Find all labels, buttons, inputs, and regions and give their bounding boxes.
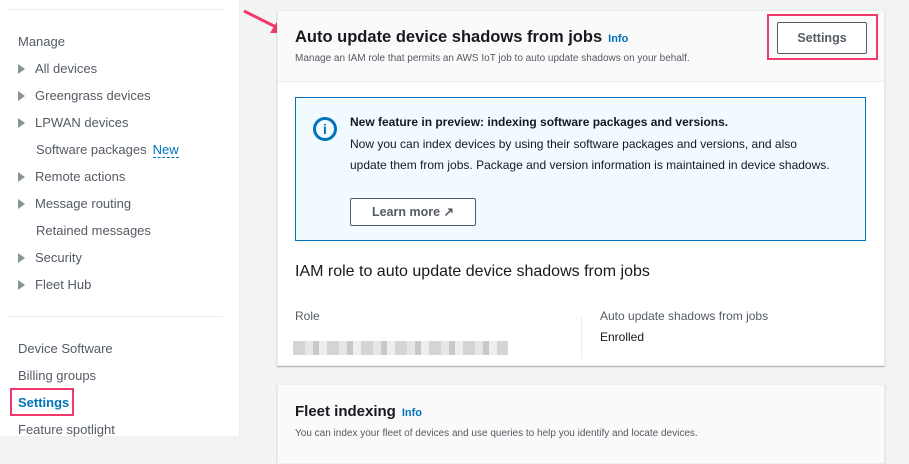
highlight-box (10, 388, 74, 416)
label: LPWAN devices (35, 115, 129, 130)
learn-more-button[interactable]: Learn more ↗ (350, 198, 476, 226)
sidebar-item-fleet-hub[interactable]: Fleet Hub (18, 277, 91, 292)
divider (7, 9, 223, 10)
caret-right-icon (18, 253, 25, 263)
caret-right-icon (18, 91, 25, 101)
label: Retained messages (36, 223, 151, 238)
caret-right-icon (18, 199, 25, 209)
label: Message routing (35, 196, 132, 211)
caret-right-icon (18, 118, 25, 128)
sidebar-section-manage: Manage (18, 34, 65, 49)
caret-right-icon (18, 64, 25, 74)
label: Software packages (36, 142, 147, 157)
sidebar-item-message-routing[interactable]: Message routing (18, 196, 131, 211)
panel-title: Auto update device shadows from jobs Info (295, 28, 628, 47)
section-title: IAM role to auto update device shadows f… (295, 263, 650, 280)
sidebar-item-billing-groups[interactable]: Billing groups (18, 368, 96, 383)
highlight-box (767, 14, 878, 60)
external-link-icon: ↗ (443, 205, 455, 219)
sidebar-item-software-packages[interactable]: Software packages New (36, 142, 179, 158)
new-badge: New (152, 142, 179, 158)
caret-right-icon (18, 172, 25, 182)
sidebar-item-feature-spotlight[interactable]: Feature spotlight (18, 422, 115, 437)
sidebar-item-remote-actions[interactable]: Remote actions (18, 169, 125, 184)
status-label: Auto update shadows from jobs (600, 309, 769, 323)
sidebar-item-greengrass-devices[interactable]: Greengrass devices (18, 88, 151, 103)
title-text: Auto update device shadows from jobs (295, 28, 603, 46)
panel-subtitle: Manage an IAM role that permits an AWS I… (295, 53, 690, 64)
info-link[interactable]: Info (402, 407, 422, 419)
label: All devices (35, 61, 98, 76)
status-value: Enrolled (600, 330, 645, 344)
info-alert: i New feature in preview: indexing softw… (295, 97, 866, 241)
alert-title: New feature in preview: indexing softwar… (350, 115, 729, 129)
role-value-redacted (293, 341, 508, 355)
sidebar: Manage All devices Greengrass devices LP… (0, 0, 240, 437)
label: Learn more (371, 205, 441, 219)
fleet-indexing-panel: Fleet indexing Info You can index your fl… (277, 384, 885, 464)
sidebar-item-retained-messages[interactable]: Retained messages (36, 223, 151, 238)
title-text: Fleet indexing (295, 403, 396, 420)
caret-right-icon (18, 280, 25, 290)
sidebar-item-lpwan-devices[interactable]: LPWAN devices (18, 115, 128, 130)
panel-subtitle: You can index your fleet of devices and … (295, 428, 698, 439)
sidebar-item-security[interactable]: Security (18, 250, 82, 265)
label: Remote actions (35, 169, 126, 184)
role-label: Role (295, 309, 320, 323)
sidebar-item-device-software[interactable]: Device Software (18, 341, 113, 356)
sidebar-item-all-devices[interactable]: All devices (18, 61, 97, 76)
divider (7, 316, 223, 317)
panel-title: Fleet indexing Info (295, 403, 422, 420)
label: Fleet Hub (35, 277, 92, 292)
info-link[interactable]: Info (608, 33, 628, 45)
auto-update-shadows-panel: Auto update device shadows from jobs Info… (277, 10, 885, 366)
alert-body: Now you can index devices by using their… (350, 137, 830, 172)
label: Security (35, 250, 82, 265)
info-icon: i (313, 117, 337, 141)
label: Greengrass devices (35, 88, 151, 103)
divider (581, 317, 582, 359)
